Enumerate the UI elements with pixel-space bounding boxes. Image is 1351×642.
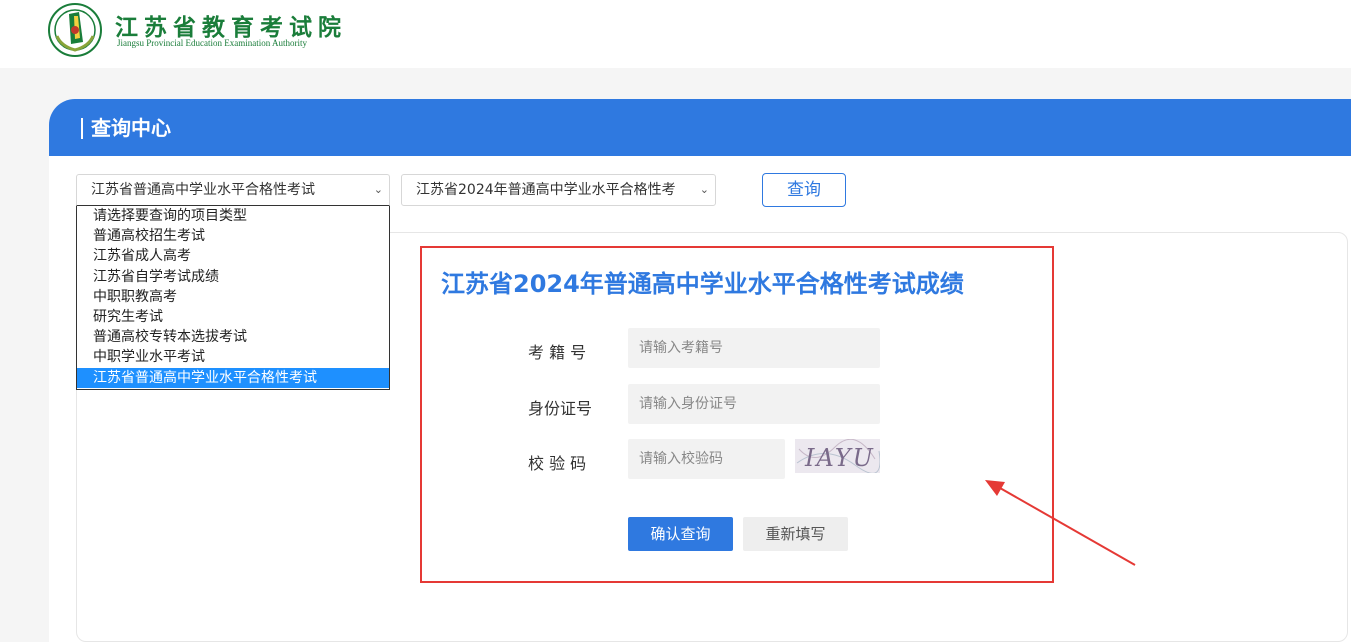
captcha-label: 校 验 码 <box>528 454 587 473</box>
exam-select[interactable]: 江苏省2024年普通高中学业水平合格性考 ⌄ <box>401 174 716 206</box>
dropdown-option[interactable]: 研究生考试 <box>77 307 389 327</box>
logo-subtitle: Jiangsu Provincial Education Examination… <box>117 38 307 48</box>
dropdown-option[interactable]: 中职学业水平考试 <box>77 347 389 367</box>
captcha-image[interactable]: IAYU <box>795 439 880 473</box>
dropdown-option[interactable]: 请选择要查询的项目类型 <box>77 206 389 226</box>
chevron-down-icon: ⌄ <box>699 183 709 196</box>
site-header: 江苏省教育考试院 Jiangsu Provincial Education Ex… <box>0 0 1351 68</box>
annotation-arrow-icon <box>985 480 1136 566</box>
dropdown-option[interactable]: 中职职教高考 <box>77 287 389 307</box>
captcha-input[interactable] <box>628 439 785 479</box>
exam-no-label: 考 籍 号 <box>528 343 587 362</box>
id-no-input[interactable] <box>628 384 880 424</box>
project-type-select-value: 江苏省普通高中学业水平合格性考试 <box>91 182 315 198</box>
dropdown-option-selected[interactable]: 江苏省普通高中学业水平合格性考试 <box>77 367 389 388</box>
project-type-dropdown: 请选择要查询的项目类型 普通高校招生考试 江苏省成人高考 江苏省自学考试成绩 中… <box>76 206 390 390</box>
captcha-text: IAYU <box>804 444 875 472</box>
logo-emblem-icon <box>48 3 102 57</box>
id-no-label: 身份证号 <box>528 399 593 418</box>
exam-select-value: 江苏省2024年普通高中学业水平合格性考 <box>416 182 676 198</box>
confirm-query-button[interactable]: 确认查询 <box>628 517 733 551</box>
dropdown-option[interactable]: 普通高校招生考试 <box>77 226 389 246</box>
search-button[interactable]: 查询 <box>762 173 846 207</box>
dropdown-option[interactable]: 普通高校专转本选拔考试 <box>77 327 389 347</box>
logo-title: 江苏省教育考试院 <box>115 14 347 41</box>
project-type-select[interactable]: 江苏省普通高中学业水平合格性考试 ⌄ <box>76 174 390 206</box>
exam-no-input[interactable] <box>628 328 880 368</box>
reset-button[interactable]: 重新填写 <box>743 517 848 551</box>
dropdown-option[interactable]: 江苏省自学考试成绩 <box>77 267 389 287</box>
panel-title: 查询中心 <box>81 115 171 141</box>
panel-header: 查询中心 <box>49 99 1351 156</box>
chevron-down-icon: ⌄ <box>373 183 383 196</box>
dropdown-option[interactable]: 江苏省成人高考 <box>77 246 389 266</box>
form-title: 江苏省2024年普通高中学业水平合格性考试成绩 <box>441 270 964 298</box>
